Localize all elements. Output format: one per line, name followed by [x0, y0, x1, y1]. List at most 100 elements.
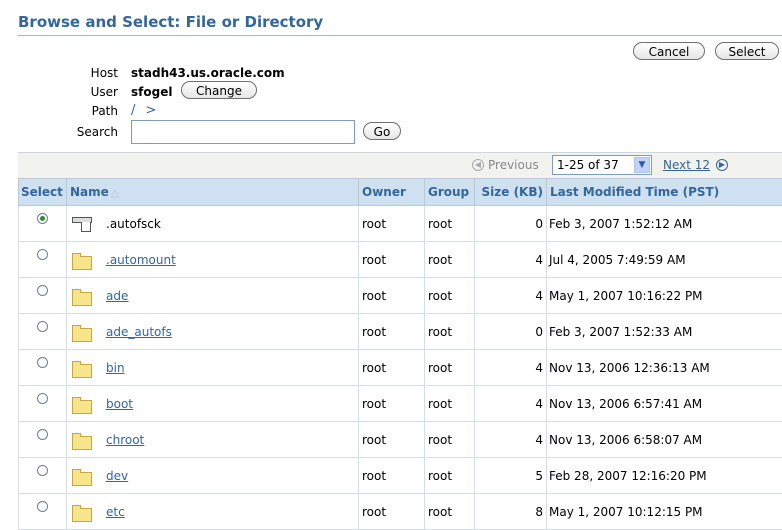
select-radio[interactable] [37, 285, 48, 296]
path-separator: > [145, 103, 156, 118]
file-name[interactable]: bin [106, 361, 125, 375]
name-cell: chroot [67, 422, 359, 458]
owner-cell: root [359, 350, 425, 386]
select-cell[interactable] [19, 278, 67, 314]
modified-cell: Nov 13, 2006 12:36:13 AM [547, 350, 782, 386]
name-cell: bin [67, 350, 359, 386]
size-cell: 4 [475, 422, 547, 458]
size-cell: 5 [475, 458, 547, 494]
host-value: stadh43.us.oracle.com [131, 66, 285, 80]
table-row[interactable]: aderootroot4May 1, 2007 10:16:22 PM [19, 278, 782, 314]
col-owner-header: Owner [359, 179, 425, 206]
file-name[interactable]: ade [106, 289, 128, 303]
select-button[interactable]: Select [715, 42, 779, 60]
table-row[interactable]: .autofsckrootroot0Feb 3, 2007 1:52:12 AM [19, 206, 782, 242]
group-cell: root [425, 422, 475, 458]
name-cell: etc [67, 494, 359, 530]
cancel-button[interactable]: Cancel [633, 42, 705, 60]
col-name-header[interactable]: Name△ [67, 179, 359, 206]
col-size-header: Size (KB) [475, 179, 547, 206]
modified-cell: Nov 13, 2006 6:58:07 AM [547, 422, 782, 458]
path-label: Path [0, 104, 118, 118]
select-radio[interactable] [37, 393, 48, 404]
previous-arrow-icon: ◀ [472, 159, 484, 171]
select-cell[interactable] [19, 206, 67, 242]
group-cell: root [425, 350, 475, 386]
select-cell[interactable] [19, 458, 67, 494]
select-cell[interactable] [19, 386, 67, 422]
group-cell: root [425, 206, 475, 242]
file-name[interactable]: ade_autofs [106, 325, 172, 339]
name-cell: ade_autofs [67, 314, 359, 350]
table-row[interactable]: etcrootroot8May 1, 2007 10:12:15 PM [19, 494, 782, 530]
file-name: .autofsck [106, 217, 161, 231]
previous-link: Previous [488, 158, 539, 172]
select-radio[interactable] [37, 429, 48, 440]
select-cell[interactable] [19, 242, 67, 278]
folder-icon [72, 472, 92, 486]
file-name[interactable]: .automount [106, 253, 176, 267]
file-name[interactable]: dev [106, 469, 128, 483]
file-name[interactable]: boot [106, 397, 133, 411]
owner-cell: root [359, 386, 425, 422]
group-cell: root [425, 242, 475, 278]
change-user-button[interactable]: Change [181, 81, 257, 99]
owner-cell: root [359, 422, 425, 458]
size-cell: 4 [475, 350, 547, 386]
table-row[interactable]: ade_autofsrootroot0Feb 3, 2007 1:52:33 A… [19, 314, 782, 350]
select-radio[interactable] [37, 501, 48, 512]
title-divider [18, 35, 782, 36]
size-cell: 4 [475, 278, 547, 314]
file-name[interactable]: chroot [106, 433, 144, 447]
group-cell: root [425, 458, 475, 494]
col-select-header: Select [19, 179, 67, 206]
path-breadcrumb: /> [131, 103, 166, 118]
chevron-down-icon[interactable]: ▼ [634, 157, 650, 173]
next-link[interactable]: Next 12 [663, 158, 710, 172]
owner-cell: root [359, 458, 425, 494]
group-cell: root [425, 278, 475, 314]
range-select[interactable]: 1-25 of 37 ▼ [552, 155, 652, 175]
group-cell: root [425, 386, 475, 422]
select-radio[interactable] [37, 465, 48, 476]
select-cell[interactable] [19, 314, 67, 350]
size-cell: 0 [475, 206, 547, 242]
size-cell: 0 [475, 314, 547, 350]
owner-cell: root [359, 494, 425, 530]
name-cell: dev [67, 458, 359, 494]
modified-cell: Feb 3, 2007 1:52:12 AM [547, 206, 782, 242]
select-cell[interactable] [19, 422, 67, 458]
col-modified-header: Last Modified Time (PST) [547, 179, 782, 206]
select-radio[interactable] [37, 249, 48, 260]
select-radio[interactable] [37, 357, 48, 368]
folder-icon [72, 256, 92, 270]
file-name[interactable]: etc [106, 505, 125, 519]
search-label: Search [0, 125, 118, 139]
name-cell: boot [67, 386, 359, 422]
sort-ascending-icon[interactable]: △ [111, 186, 119, 199]
folder-icon [72, 436, 92, 450]
search-input[interactable] [131, 120, 355, 144]
user-label: User [0, 85, 118, 99]
path-root-link[interactable]: / [131, 103, 135, 118]
file-icon [72, 217, 94, 233]
table-row[interactable]: binrootroot4Nov 13, 2006 12:36:13 AM [19, 350, 782, 386]
modified-cell: Feb 3, 2007 1:52:33 AM [547, 314, 782, 350]
table-header-row: Select Name△ Owner Group Size (KB) Last … [19, 179, 782, 206]
modified-cell: Nov 13, 2006 6:57:41 AM [547, 386, 782, 422]
table-row[interactable]: devrootroot5Feb 28, 2007 12:16:20 PM [19, 458, 782, 494]
folder-icon [72, 400, 92, 414]
host-label: Host [0, 66, 118, 80]
next-arrow-icon[interactable]: ▶ [716, 159, 728, 171]
select-cell[interactable] [19, 350, 67, 386]
table-row[interactable]: bootrootroot4Nov 13, 2006 6:57:41 AM [19, 386, 782, 422]
pagination-bar: ◀ Previous 1-25 of 37 ▼ Next 12 ▶ [18, 152, 782, 178]
table-row[interactable]: chrootrootroot4Nov 13, 2006 6:58:07 AM [19, 422, 782, 458]
select-cell[interactable] [19, 494, 67, 530]
table-row[interactable]: .automountrootroot4Jul 4, 2005 7:49:59 A… [19, 242, 782, 278]
col-group-header: Group [425, 179, 475, 206]
modified-cell: May 1, 2007 10:16:22 PM [547, 278, 782, 314]
select-radio[interactable] [37, 321, 48, 332]
go-button[interactable]: Go [363, 122, 401, 140]
select-radio[interactable] [37, 213, 48, 224]
